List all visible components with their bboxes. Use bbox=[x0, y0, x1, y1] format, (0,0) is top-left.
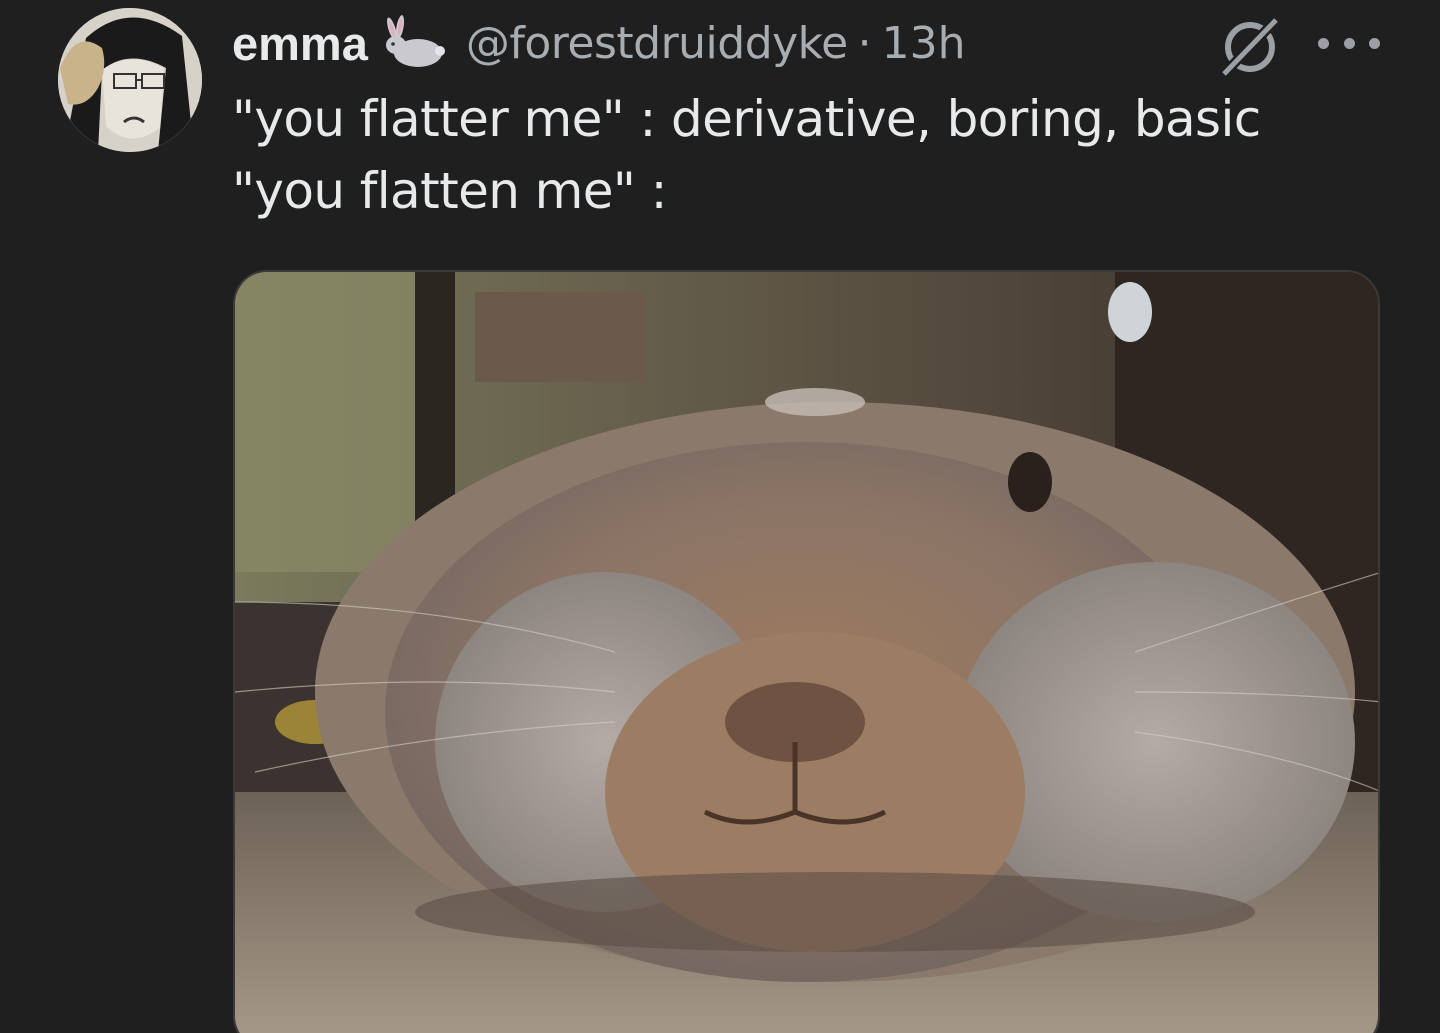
more-dot bbox=[1318, 37, 1329, 49]
rabbit-photo bbox=[235, 272, 1378, 1033]
tweet-text-line-2: "you flatten me" : bbox=[232, 162, 667, 220]
display-name[interactable]: emma bbox=[232, 16, 368, 71]
more-icon[interactable] bbox=[1318, 26, 1380, 60]
timestamp[interactable]: 13h bbox=[882, 18, 966, 69]
separator-dot: · bbox=[857, 17, 872, 69]
rabbit-icon bbox=[382, 15, 448, 71]
tweet[interactable]: emma @forestdruiddyke · 13h "you flatter… bbox=[0, 0, 1440, 1033]
grok-icon[interactable] bbox=[1216, 14, 1286, 80]
avatar[interactable] bbox=[58, 8, 202, 152]
more-dot bbox=[1343, 37, 1355, 49]
tweet-media-photo[interactable] bbox=[233, 270, 1380, 1033]
user-handle[interactable]: @forestdruiddyke bbox=[466, 18, 848, 69]
more-dot bbox=[1369, 37, 1380, 49]
tweet-header: emma @forestdruiddyke · 13h bbox=[232, 12, 966, 74]
tweet-text-line-1: "you flatter me" : derivative, boring, b… bbox=[232, 90, 1261, 148]
